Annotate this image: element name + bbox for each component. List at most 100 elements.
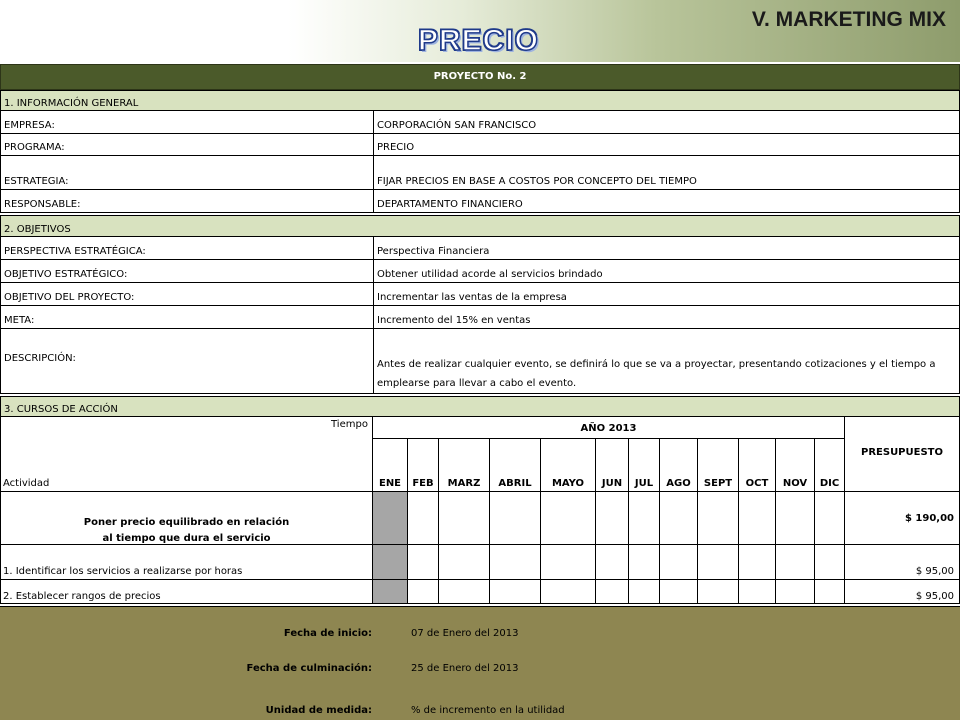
value-responsable: DEPARTAMENTO FINANCIERO [377, 199, 523, 210]
schedule-cell [438, 491, 490, 545]
start-date-value: 07 de Enero del 2013 [411, 628, 519, 639]
schedule-cell [540, 579, 596, 604]
schedule-cell [659, 579, 698, 604]
schedule-cell [738, 544, 776, 580]
start-date-label: Fecha de inicio: [283, 628, 372, 639]
schedule-cell [628, 491, 660, 545]
value-objetivo-estrategico: Obtener utilidad acorde al servicios bri… [377, 269, 603, 280]
activity-main-line1: Poner precio equilibrado en relación [83, 517, 290, 528]
month-label-oct: OCT [745, 478, 769, 489]
unit-value: % de incremento en la utilidad [411, 705, 565, 716]
schedule-cell [595, 544, 629, 580]
month-label-mayo: MAYO [551, 478, 585, 489]
row-descripcion: DESCRIPCIÓN: Antes de realizar cualquier… [0, 329, 960, 394]
schedule-cell [814, 579, 845, 604]
value-perspectiva: Perspectiva Financiera [377, 246, 490, 257]
schedule-cell [628, 579, 660, 604]
value-empresa: CORPORACIÓN SAN FRANCISCO [377, 120, 537, 131]
schedule-cell [489, 544, 541, 580]
value-estrategia: FIJAR PRECIOS EN BASE A COSTOS POR CONCE… [377, 176, 697, 187]
schedule-table: Tiempo Actividad AÑO 2013 PRESUPUESTO EN… [0, 416, 960, 604]
activity-main-budget: $ 190,00 [904, 513, 954, 524]
unit-label: Unidad de medida: [265, 705, 372, 716]
row-estrategia: ESTRATEGIA: FIJAR PRECIOS EN BASE A COST… [0, 156, 960, 190]
schedule-cell [814, 491, 845, 545]
year-label: AÑO 2013 [580, 423, 637, 434]
row-meta: META: Incremento del 15% en ventas [0, 306, 960, 329]
section-objectives-title: 2. OBJETIVOS [0, 215, 960, 237]
schedule-cell-filled [372, 579, 408, 604]
schedule-cell [407, 491, 439, 545]
schedule-cell-filled [372, 544, 408, 580]
month-label-marz: MARZ [447, 478, 481, 489]
label-responsable: RESPONSABLE: [1, 190, 374, 212]
row-objetivo-proyecto: OBJETIVO DEL PROYECTO: Incrementar las v… [0, 283, 960, 306]
schedule-cell [775, 544, 815, 580]
schedule-cell [438, 544, 490, 580]
label-perspectiva: PERSPECTIVA ESTRATÉGICA: [1, 237, 374, 259]
label-objetivo-estrategico: OBJETIVO ESTRATÉGICO: [1, 260, 374, 282]
slide-title: V. MARKETING MIX [751, 8, 946, 31]
wordart-title: PRECIO [417, 23, 540, 58]
schedule-cell [697, 491, 739, 545]
schedule-cell [540, 544, 596, 580]
month-label-ene: ENE [378, 478, 402, 489]
label-empresa: EMPRESA: [1, 111, 374, 133]
schedule-cell [407, 579, 439, 604]
value-programa: PRECIO [377, 142, 415, 153]
row-objetivo-estrategico: OBJETIVO ESTRATÉGICO: Obtener utilidad a… [0, 260, 960, 283]
project-bar: PROYECTO No. 2 [0, 64, 960, 90]
row-responsable: RESPONSABLE: DEPARTAMENTO FINANCIERO [0, 190, 960, 213]
month-label-feb: FEB [412, 478, 434, 489]
month-label-jul: JUL [634, 478, 654, 489]
activity-2-name: 2. Establecer rangos de precios [3, 591, 161, 602]
section-general-info-title: 1. INFORMACIÓN GENERAL [0, 90, 960, 111]
schedule-cell-filled [372, 491, 408, 545]
label-programa: PROGRAMA: [1, 134, 374, 155]
row-programa: PROGRAMA: PRECIO [0, 134, 960, 156]
activity-1-budget: $ 95,00 [915, 566, 954, 577]
schedule-cell [659, 544, 698, 580]
label-estrategia: ESTRATEGIA: [1, 156, 374, 189]
tiempo-label: Tiempo [331, 419, 368, 430]
section-courses-title: 3. CURSOS DE ACCIÓN [0, 396, 960, 417]
month-label-dic: DIC [819, 478, 840, 489]
month-label-nov: NOV [782, 478, 808, 489]
end-date-label: Fecha de culminación: [246, 663, 372, 674]
budget-label: PRESUPUESTO [861, 447, 943, 458]
schedule-cell [775, 579, 815, 604]
end-date-value: 25 de Enero del 2013 [411, 663, 519, 674]
month-label-sept: SEPT [703, 478, 733, 489]
schedule-cell [595, 579, 629, 604]
activity-header-cell [0, 416, 373, 492]
month-label-ago: AGO [666, 478, 691, 489]
schedule-cell [628, 544, 660, 580]
month-label-jun: JUN [601, 478, 623, 489]
label-objetivo-proyecto: OBJETIVO DEL PROYECTO: [1, 283, 374, 305]
schedule-cell [697, 579, 739, 604]
value-meta: Incremento del 15% en ventas [377, 315, 531, 326]
row-perspectiva: PERSPECTIVA ESTRATÉGICA: Perspectiva Fin… [0, 237, 960, 260]
month-label-abril: ABRIL [498, 478, 532, 489]
schedule-cell [814, 544, 845, 580]
schedule-cell [738, 491, 776, 545]
schedule-cell [489, 491, 541, 545]
actividad-label: Actividad [3, 478, 50, 489]
activity-2-budget: $ 95,00 [915, 591, 954, 602]
schedule-cell [438, 579, 490, 604]
value-objetivo-proyecto: Incrementar las ventas de la empresa [377, 292, 567, 303]
label-meta: META: [1, 306, 374, 328]
schedule-cell [540, 491, 596, 545]
activity-main-name: Poner precio equilibrado en relación al … [0, 515, 373, 547]
schedule-cell [407, 544, 439, 580]
schedule-cell [489, 579, 541, 604]
schedule-cell [697, 544, 739, 580]
footer-band: Fecha de inicio: 07 de Enero del 2013 Fe… [0, 606, 960, 720]
schedule-cell [738, 579, 776, 604]
value-descripcion: Antes de realizar cualquier evento, se d… [377, 359, 936, 389]
schedule-cell [595, 491, 629, 545]
schedule-cell [775, 491, 815, 545]
schedule-cell [659, 491, 698, 545]
label-descripcion: DESCRIPCIÓN: [1, 329, 374, 393]
row-empresa: EMPRESA: CORPORACIÓN SAN FRANCISCO [0, 111, 960, 134]
